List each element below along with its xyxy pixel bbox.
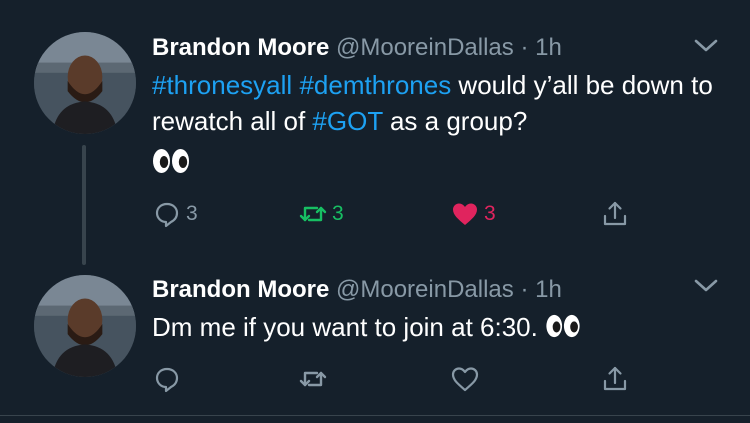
timestamp[interactable]: 1h [535, 34, 562, 61]
tweet[interactable]: Brandon Moore @MooreinDallas · 1h #thron… [0, 0, 750, 265]
tweet-text: Dm me if you want to join at 6:30. [152, 309, 732, 345]
separator-dot: · [520, 276, 529, 303]
author-handle[interactable]: @MooreinDallas [336, 34, 514, 61]
reply-button[interactable]: 3 [152, 197, 198, 231]
tweet-header: Brandon Moore @MooreinDallas · 1h [152, 275, 562, 305]
avatar[interactable] [34, 32, 136, 134]
retweet-icon [299, 206, 327, 222]
avatar-image [34, 275, 136, 377]
retweet-button[interactable] [298, 362, 328, 396]
author-name[interactable]: Brandon Moore [152, 276, 329, 303]
avatar[interactable] [34, 275, 136, 377]
eyes-emoji [152, 148, 190, 174]
eyes-emoji [545, 314, 581, 338]
chevron-down-icon[interactable] [693, 38, 719, 54]
chevron-down-icon[interactable] [693, 278, 719, 294]
tweet-text: #thronesyall #demthrones would y’all be … [152, 67, 732, 139]
hashtag-link[interactable]: #GOT [312, 106, 382, 136]
share-icon [603, 201, 627, 226]
like-button[interactable] [450, 362, 480, 396]
retweet-icon [299, 371, 327, 387]
hashtag-link[interactable]: #thronesyall [152, 70, 292, 100]
tweet-actions: 3 3 3 [152, 197, 652, 231]
share-icon [603, 366, 627, 391]
separator-dot: · [520, 34, 529, 61]
like-count: 3 [484, 202, 496, 225]
tweet-text-segment: as a group? [382, 106, 528, 136]
tweet-divider [0, 415, 750, 416]
reply-button[interactable] [152, 362, 182, 396]
share-button[interactable] [600, 197, 630, 231]
reply-icon [155, 202, 179, 228]
tweet-header: Brandon Moore @MooreinDallas · 1h [152, 33, 562, 63]
timestamp[interactable]: 1h [535, 276, 562, 303]
author-name[interactable]: Brandon Moore [152, 34, 329, 61]
reply-icon [155, 367, 179, 393]
heart-icon [451, 367, 479, 392]
reply-count: 3 [186, 202, 198, 225]
retweet-button[interactable]: 3 [298, 197, 344, 231]
retweet-count: 3 [332, 202, 344, 225]
share-button[interactable] [600, 362, 630, 396]
hashtag-link[interactable]: #demthrones [299, 70, 451, 100]
author-handle[interactable]: @MooreinDallas [336, 276, 514, 303]
tweet-text-segment: Dm me if you want to join at 6:30. [152, 312, 546, 342]
avatar-image [34, 32, 136, 134]
tweet[interactable]: Brandon Moore @MooreinDallas · 1h Dm me … [0, 250, 750, 415]
tweet-actions [152, 362, 652, 396]
heart-icon [453, 203, 477, 225]
like-button[interactable]: 3 [450, 197, 496, 231]
thread-connector-line [82, 145, 86, 265]
